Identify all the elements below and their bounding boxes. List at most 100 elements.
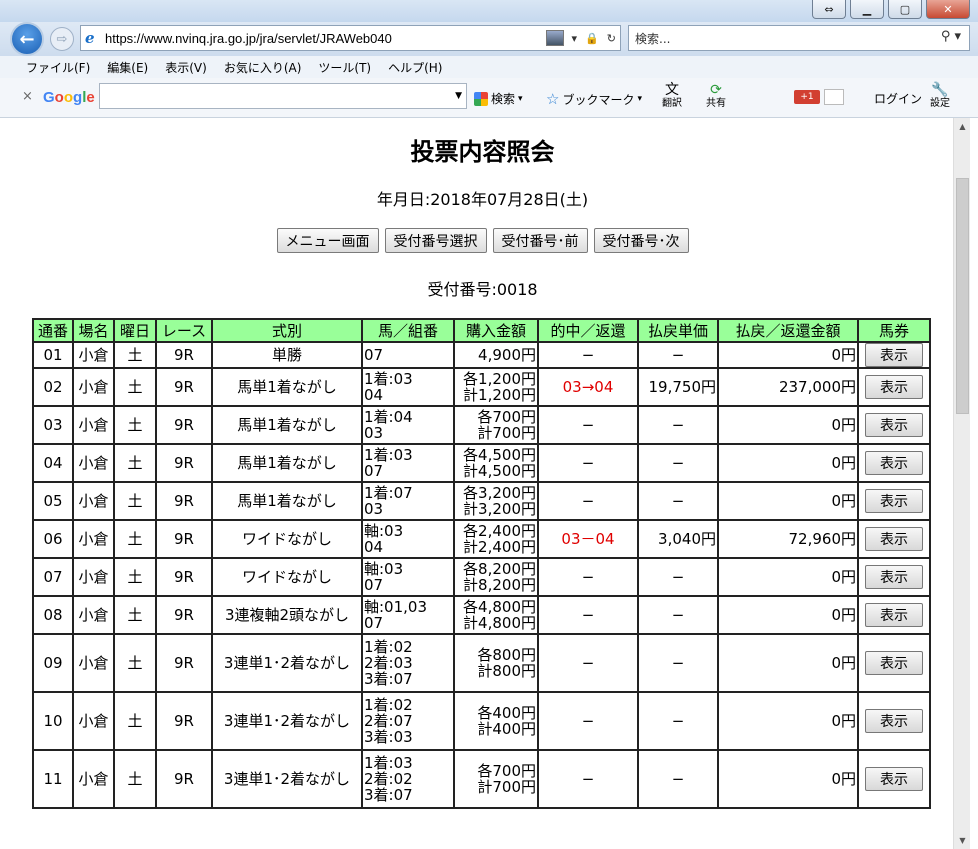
cell-payout: 0円	[717, 481, 859, 521]
scroll-up-icon[interactable]: ▲	[954, 118, 971, 135]
cell-ticket: 表示	[857, 341, 931, 369]
cell-no: 10	[32, 691, 74, 751]
horse-line: 07	[364, 462, 384, 480]
show-ticket-button[interactable]: 表示	[865, 343, 923, 367]
show-ticket-button[interactable]: 表示	[865, 375, 923, 399]
show-ticket-button[interactable]: 表示	[865, 767, 923, 791]
maximize-button[interactable]: ▢	[888, 0, 922, 19]
cell-venue: 小倉	[72, 341, 115, 369]
lock-icon[interactable]: 🔒	[585, 32, 599, 45]
cell-race: 9R	[155, 595, 213, 635]
receipt-next-button[interactable]: 受付番号･次	[593, 228, 689, 253]
show-ticket-button[interactable]: 表示	[865, 651, 923, 675]
show-ticket-button[interactable]: 表示	[865, 603, 923, 627]
header-horses: 馬／組番	[361, 318, 455, 343]
cell-amount: 4,900円	[453, 341, 539, 369]
cell-race: 9R	[155, 481, 213, 521]
cell-amount: 各8,200円 計8,200円	[453, 557, 539, 597]
close-toolbar-icon[interactable]: ×	[22, 89, 33, 104]
translate-button[interactable]: 文 翻訳	[662, 82, 682, 109]
google-search-label: 検索	[491, 92, 516, 106]
cell-no: 08	[32, 595, 74, 635]
cell-unit-price: −	[637, 443, 719, 483]
cell-day: 土	[113, 633, 157, 693]
gplus-button[interactable]: +1	[794, 90, 820, 104]
address-bar[interactable]: e https://www.nvinq.jra.go.jp/jra/servle…	[80, 25, 621, 51]
horse-line: 2着:03	[364, 654, 413, 672]
bookmark-button[interactable]: ☆ ブックマーク ▾	[546, 90, 642, 108]
amount-line: 各400円	[477, 704, 536, 722]
google-logo: Google	[43, 89, 95, 106]
menu-edit[interactable]: 編集(E)	[107, 59, 148, 76]
search-input[interactable]: 検索... ⚲ ▾	[628, 25, 970, 51]
header-payout: 払戻／返還金額	[717, 318, 859, 343]
receipt-select-button[interactable]: 受付番号選択	[384, 228, 487, 253]
compatibility-view-icon[interactable]	[545, 30, 564, 46]
dropdown-icon[interactable]: ▾	[572, 32, 578, 45]
dropdown-icon[interactable]: ▼	[455, 91, 462, 101]
cell-no: 07	[32, 557, 74, 597]
show-ticket-button[interactable]: 表示	[865, 565, 923, 589]
amount-line: 各4,500円	[463, 446, 536, 464]
search-icon[interactable]: ⚲ ▾	[941, 29, 961, 44]
cell-amount: 各3,200円 計3,200円	[453, 481, 539, 521]
cell-hit: −	[537, 341, 639, 369]
button-row: メニュー画面 受付番号選択 受付番号･前 受付番号･次	[12, 228, 953, 253]
amount-line: 計3,200円	[463, 500, 536, 518]
cell-horses: 1着:02 2着:03 3着:07	[361, 633, 455, 693]
cell-no: 03	[32, 405, 74, 445]
cell-horses: 1着:07 03	[361, 481, 455, 521]
horse-line: 軸:03	[364, 522, 404, 540]
show-ticket-button[interactable]: 表示	[865, 413, 923, 437]
menu-tools[interactable]: ツール(T)	[318, 59, 371, 76]
cell-unit-price: −	[637, 341, 719, 369]
menu-file[interactable]: ファイル(F)	[26, 59, 90, 76]
scroll-down-icon[interactable]: ▼	[954, 832, 971, 849]
cell-type: 3連単1･2着ながし	[211, 633, 363, 693]
table-row: 09 小倉土 9R 3連単1･2着ながし 1着:02 2着:03 3着:07 各800円 計80…	[32, 633, 931, 693]
amount-line: 各4,800円	[463, 598, 536, 616]
scroll-thumb[interactable]	[956, 178, 969, 414]
settings-button[interactable]: 🔧 設定	[930, 82, 950, 109]
refresh-icon[interactable]: ↻	[607, 32, 616, 45]
table-row: 04 小倉土 9R 馬単1着ながし 1着:03 07 各4,500円 計4,500円 − −0円表…	[32, 443, 931, 483]
address-url[interactable]: https://www.nvinq.jra.go.jp/jra/servlet/…	[105, 31, 392, 46]
cell-amount: 各2,400円 計2,400円	[453, 519, 539, 559]
amount-line: 各700円	[477, 762, 536, 780]
google-search-button[interactable]: 検索 ▾	[474, 90, 523, 107]
cell-venue: 小倉	[72, 557, 115, 597]
cell-ticket: 表示	[857, 691, 931, 751]
show-ticket-button[interactable]: 表示	[865, 709, 923, 733]
google-search-input[interactable]: ▼	[99, 83, 467, 109]
horse-line: 07	[364, 576, 384, 594]
share-button[interactable]: ⟳ 共有	[706, 82, 726, 109]
minimize-button[interactable]: ▁	[850, 0, 884, 19]
back-button[interactable]: ←	[10, 22, 44, 56]
horse-line: 3着:03	[364, 728, 413, 746]
cell-hit: −	[537, 749, 639, 809]
cell-type: 3連単1･2着ながし	[211, 749, 363, 809]
receipt-prev-button[interactable]: 受付番号･前	[492, 228, 588, 253]
show-ticket-button[interactable]: 表示	[865, 489, 923, 513]
horse-line: 07	[364, 346, 384, 364]
login-button[interactable]: ログイン	[874, 90, 922, 107]
show-ticket-button[interactable]: 表示	[865, 451, 923, 475]
cell-payout: 0円	[717, 749, 859, 809]
menu-screen-button[interactable]: メニュー画面	[276, 228, 379, 253]
menu-favorites[interactable]: お気に入り(A)	[224, 59, 302, 76]
show-ticket-button[interactable]: 表示	[865, 527, 923, 551]
cell-no: 05	[32, 481, 74, 521]
cell-horses: 07	[361, 341, 455, 369]
forward-button[interactable]: ⇨	[50, 27, 74, 51]
close-button[interactable]: ✕	[926, 0, 970, 19]
cell-race: 9R	[155, 749, 213, 809]
menu-help[interactable]: ヘルプ(H)	[388, 59, 442, 76]
cell-venue: 小倉	[72, 519, 115, 559]
restore-tab-icon[interactable]: ⇔	[812, 0, 846, 19]
table-row: 05 小倉土 9R 馬単1着ながし 1着:07 03 各3,200円 計3,200円 − −0円表…	[32, 481, 931, 521]
horse-line: 03	[364, 500, 384, 518]
cell-race: 9R	[155, 367, 213, 407]
cell-ticket: 表示	[857, 443, 931, 483]
menu-view[interactable]: 表示(V)	[165, 59, 207, 76]
vertical-scrollbar[interactable]: ▲ ▼	[953, 118, 970, 849]
